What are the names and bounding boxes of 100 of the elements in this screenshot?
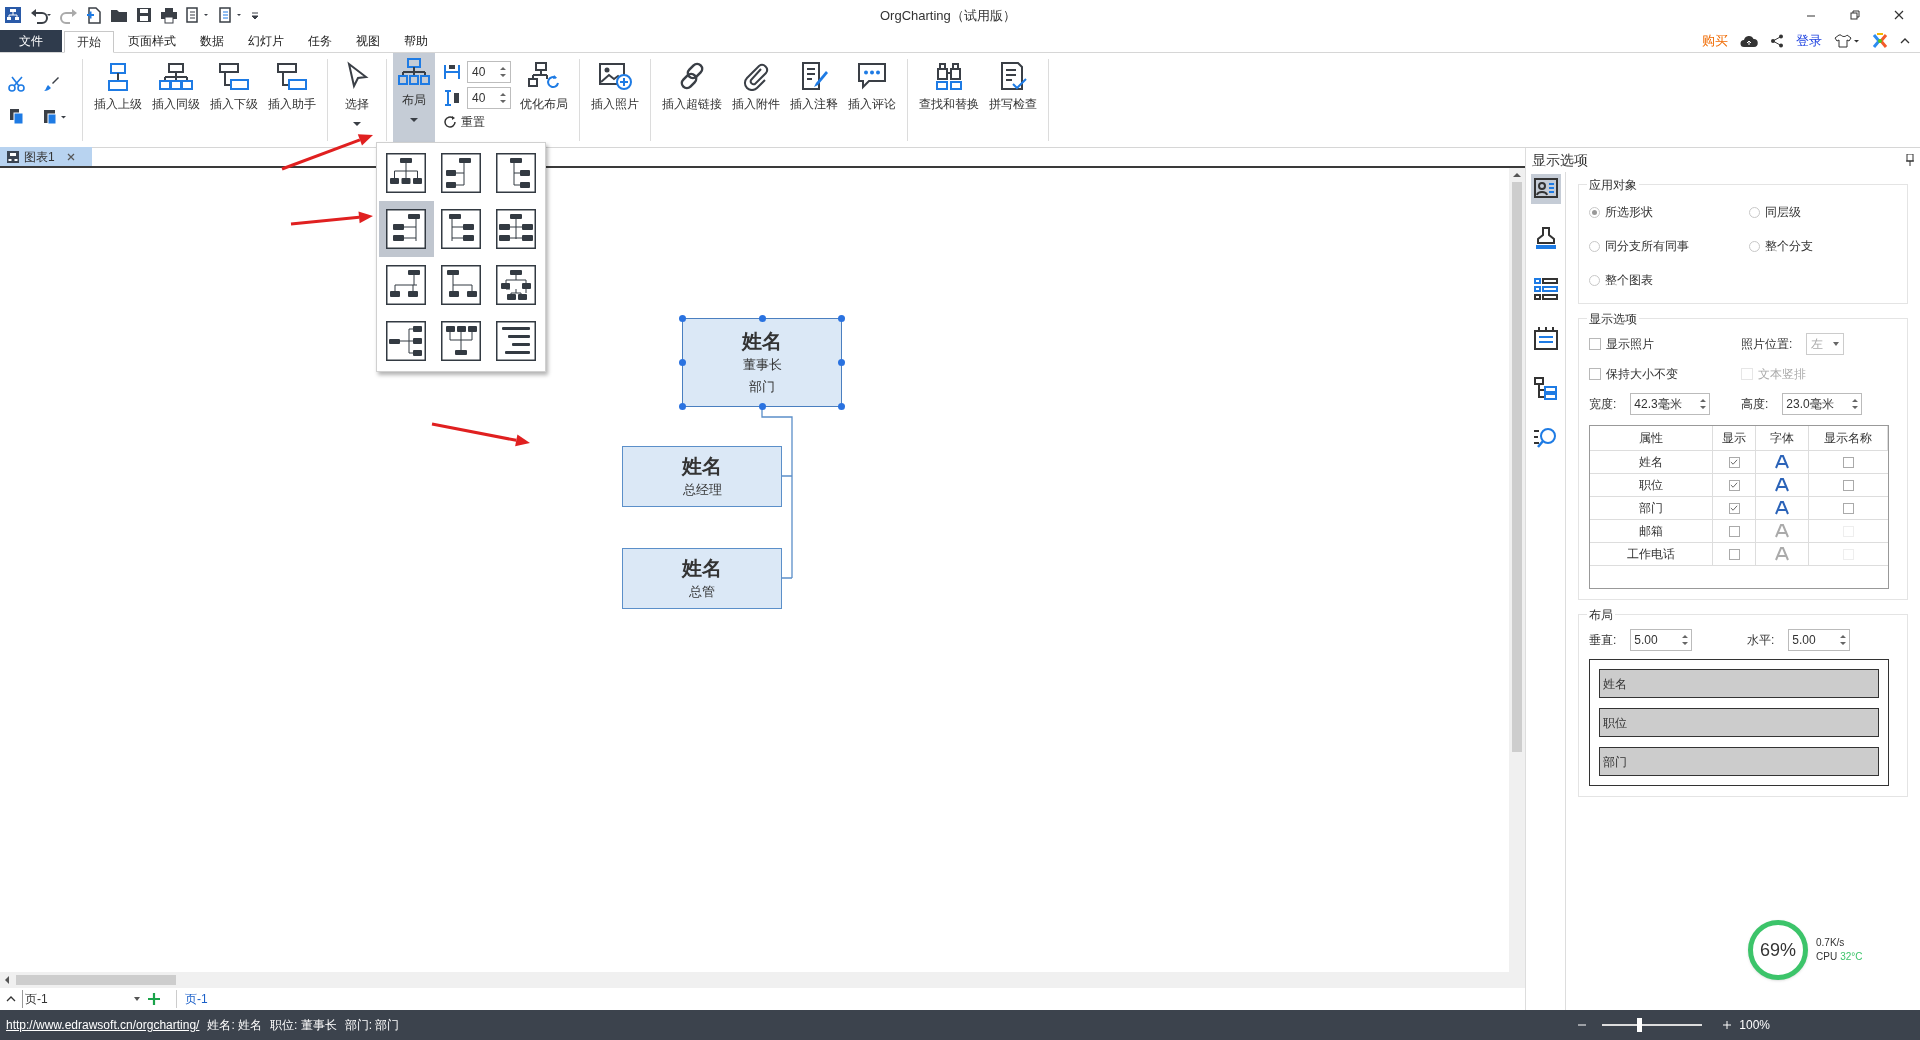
shirt-dropdown-icon[interactable] [1834, 34, 1860, 48]
number-spinner[interactable]: 5.00 [1788, 629, 1851, 651]
ribbon-button[interactable]: 查找和替换 [914, 57, 984, 143]
radio-option[interactable]: 整个分支 [1749, 237, 1897, 255]
ribbon-button[interactable]: 选择 [334, 57, 380, 143]
scroll-up-icon[interactable] [1513, 172, 1521, 178]
page-select[interactable]: 页-1 [22, 990, 142, 1008]
ribbon-button[interactable]: 拼写检查 [984, 57, 1042, 143]
org-chart-node[interactable]: 姓名 总经理 [622, 446, 782, 507]
login-link[interactable]: 登录 [1796, 31, 1822, 51]
format-painter-icon[interactable] [42, 75, 60, 93]
reset-button[interactable]: 重置 [443, 113, 511, 131]
layout-option[interactable] [379, 201, 434, 257]
stepper-arrows-icon [500, 66, 506, 78]
checkbox[interactable]: 保持大小不变 [1589, 365, 1741, 383]
collapse-ribbon-icon[interactable] [1900, 37, 1910, 45]
vertical-scrollbar[interactable] [1509, 168, 1525, 972]
ribbon-tab[interactable]: 视图 [344, 30, 392, 52]
ribbon-button[interactable]: 插入超链接 [657, 57, 727, 143]
file-menu-tab[interactable]: 文件 [0, 30, 62, 52]
selection-handle[interactable] [838, 359, 845, 366]
field-order-item[interactable]: 部门 [1599, 747, 1879, 776]
collapse-up-icon[interactable] [6, 995, 16, 1003]
add-page-icon[interactable] [148, 993, 160, 1005]
ribbon-button[interactable]: 插入照片 [586, 57, 644, 143]
close-icon[interactable] [1894, 10, 1904, 20]
checkbox[interactable] [1728, 502, 1740, 514]
zoom-out-icon[interactable] [1578, 1021, 1587, 1029]
ribbon-button[interactable]: 插入附件 [727, 57, 785, 143]
field-order-item[interactable]: 姓名 [1599, 669, 1879, 698]
font-icon[interactable] [1775, 501, 1789, 515]
table-cell: 姓名 [1590, 451, 1713, 473]
ribbon-tab[interactable]: 帮助 [392, 30, 440, 52]
ribbon-button[interactable]: 优化布局 [515, 57, 573, 143]
selection-handle[interactable] [838, 403, 845, 410]
ribbon-button[interactable]: 插入上级 [89, 57, 147, 143]
ribbon-tab[interactable]: 数据 [188, 30, 236, 52]
paste-dropdown-icon[interactable] [42, 107, 68, 125]
colorful-logo-icon[interactable] [1872, 33, 1888, 49]
ribbon-button[interactable]: 插入注释 [785, 57, 843, 143]
checkbox[interactable] [1728, 479, 1740, 491]
status-link[interactable]: http://www.edrawsoft.cn/orgcharting/ [6, 1016, 200, 1034]
number-spinner[interactable]: 23.0毫米 [1782, 393, 1863, 415]
selection-handle[interactable] [679, 403, 686, 410]
checkbox[interactable] [1843, 456, 1854, 468]
slider-thumb[interactable] [1636, 1018, 1642, 1032]
document-tab[interactable]: 图表1 [0, 147, 92, 166]
field-label: 宽度: [1589, 396, 1617, 413]
spacing-spinner[interactable]: 40 [467, 61, 511, 83]
cut-icon[interactable] [8, 75, 26, 93]
checkbox: 文本竖排 [1741, 365, 1897, 383]
export-dropdown-icon[interactable] [185, 6, 211, 24]
stepper-arrows-icon [1682, 634, 1689, 646]
spacing-spinner[interactable]: 40 [467, 87, 511, 109]
selection-handle[interactable] [759, 315, 766, 322]
stepper-arrows-icon [1700, 398, 1707, 410]
checkbox[interactable] [1843, 502, 1854, 514]
copy-icon[interactable] [8, 107, 26, 125]
ribbon-button[interactable]: 插入下级 [205, 57, 263, 143]
font-icon[interactable] [1775, 455, 1789, 469]
zoom-in-icon[interactable] [1723, 1021, 1732, 1029]
selection-handle[interactable] [759, 403, 766, 410]
checkbox[interactable]: 显示照片 [1589, 335, 1741, 353]
share-icon[interactable] [1770, 34, 1784, 48]
field-order-item[interactable]: 职位 [1599, 708, 1879, 737]
checkbox[interactable] [1728, 456, 1740, 468]
font-icon[interactable] [1775, 478, 1789, 492]
radio-option[interactable]: 所选形状 [1589, 203, 1749, 221]
radio-option[interactable]: 同层级 [1749, 203, 1897, 221]
ribbon-tab[interactable]: 页面样式 [116, 30, 188, 52]
restore-icon[interactable] [1850, 10, 1860, 20]
org-chart-node[interactable]: 姓名 总管 [622, 548, 782, 609]
selection-handle[interactable] [838, 315, 845, 322]
number-spinner[interactable]: 5.00 [1630, 629, 1693, 651]
panel-side-tab[interactable] [1530, 174, 1561, 204]
horizontal-scrollbar[interactable] [0, 972, 1525, 988]
save-icon[interactable] [135, 6, 153, 24]
selection-handle[interactable] [679, 359, 686, 366]
radio-option[interactable]: 整个图表 [1589, 271, 1749, 289]
selection-handle[interactable] [679, 315, 686, 322]
number-spinner[interactable]: 42.3毫米 [1630, 393, 1711, 415]
checkbox[interactable] [1728, 548, 1740, 560]
ribbon-button[interactable]: 插入评论 [843, 57, 901, 143]
org-chart-node[interactable]: 姓名 董事长 部门 [682, 318, 842, 407]
import-dropdown-icon[interactable] [218, 6, 244, 24]
ribbon-tab[interactable]: 开始 [64, 31, 114, 53]
print-icon[interactable] [160, 6, 178, 24]
new-file-icon[interactable] [85, 6, 103, 24]
ribbon-tab[interactable]: 幻灯片 [236, 30, 296, 52]
ribbon-tab[interactable]: 任务 [296, 30, 344, 52]
cloud-icon[interactable] [1740, 34, 1758, 48]
undo-icon[interactable] [29, 6, 53, 24]
checkbox[interactable] [1843, 479, 1854, 491]
scroll-left-icon[interactable] [4, 976, 10, 984]
checkbox[interactable] [1728, 525, 1740, 537]
radio-option[interactable]: 同分支所有同事 [1589, 237, 1749, 255]
page-tab[interactable]: 页-1 [176, 990, 216, 1008]
pin-icon[interactable] [1906, 154, 1914, 166]
ribbon-button[interactable]: 插入同级 [147, 57, 205, 143]
ribbon-button[interactable]: 插入助手 [263, 57, 321, 143]
